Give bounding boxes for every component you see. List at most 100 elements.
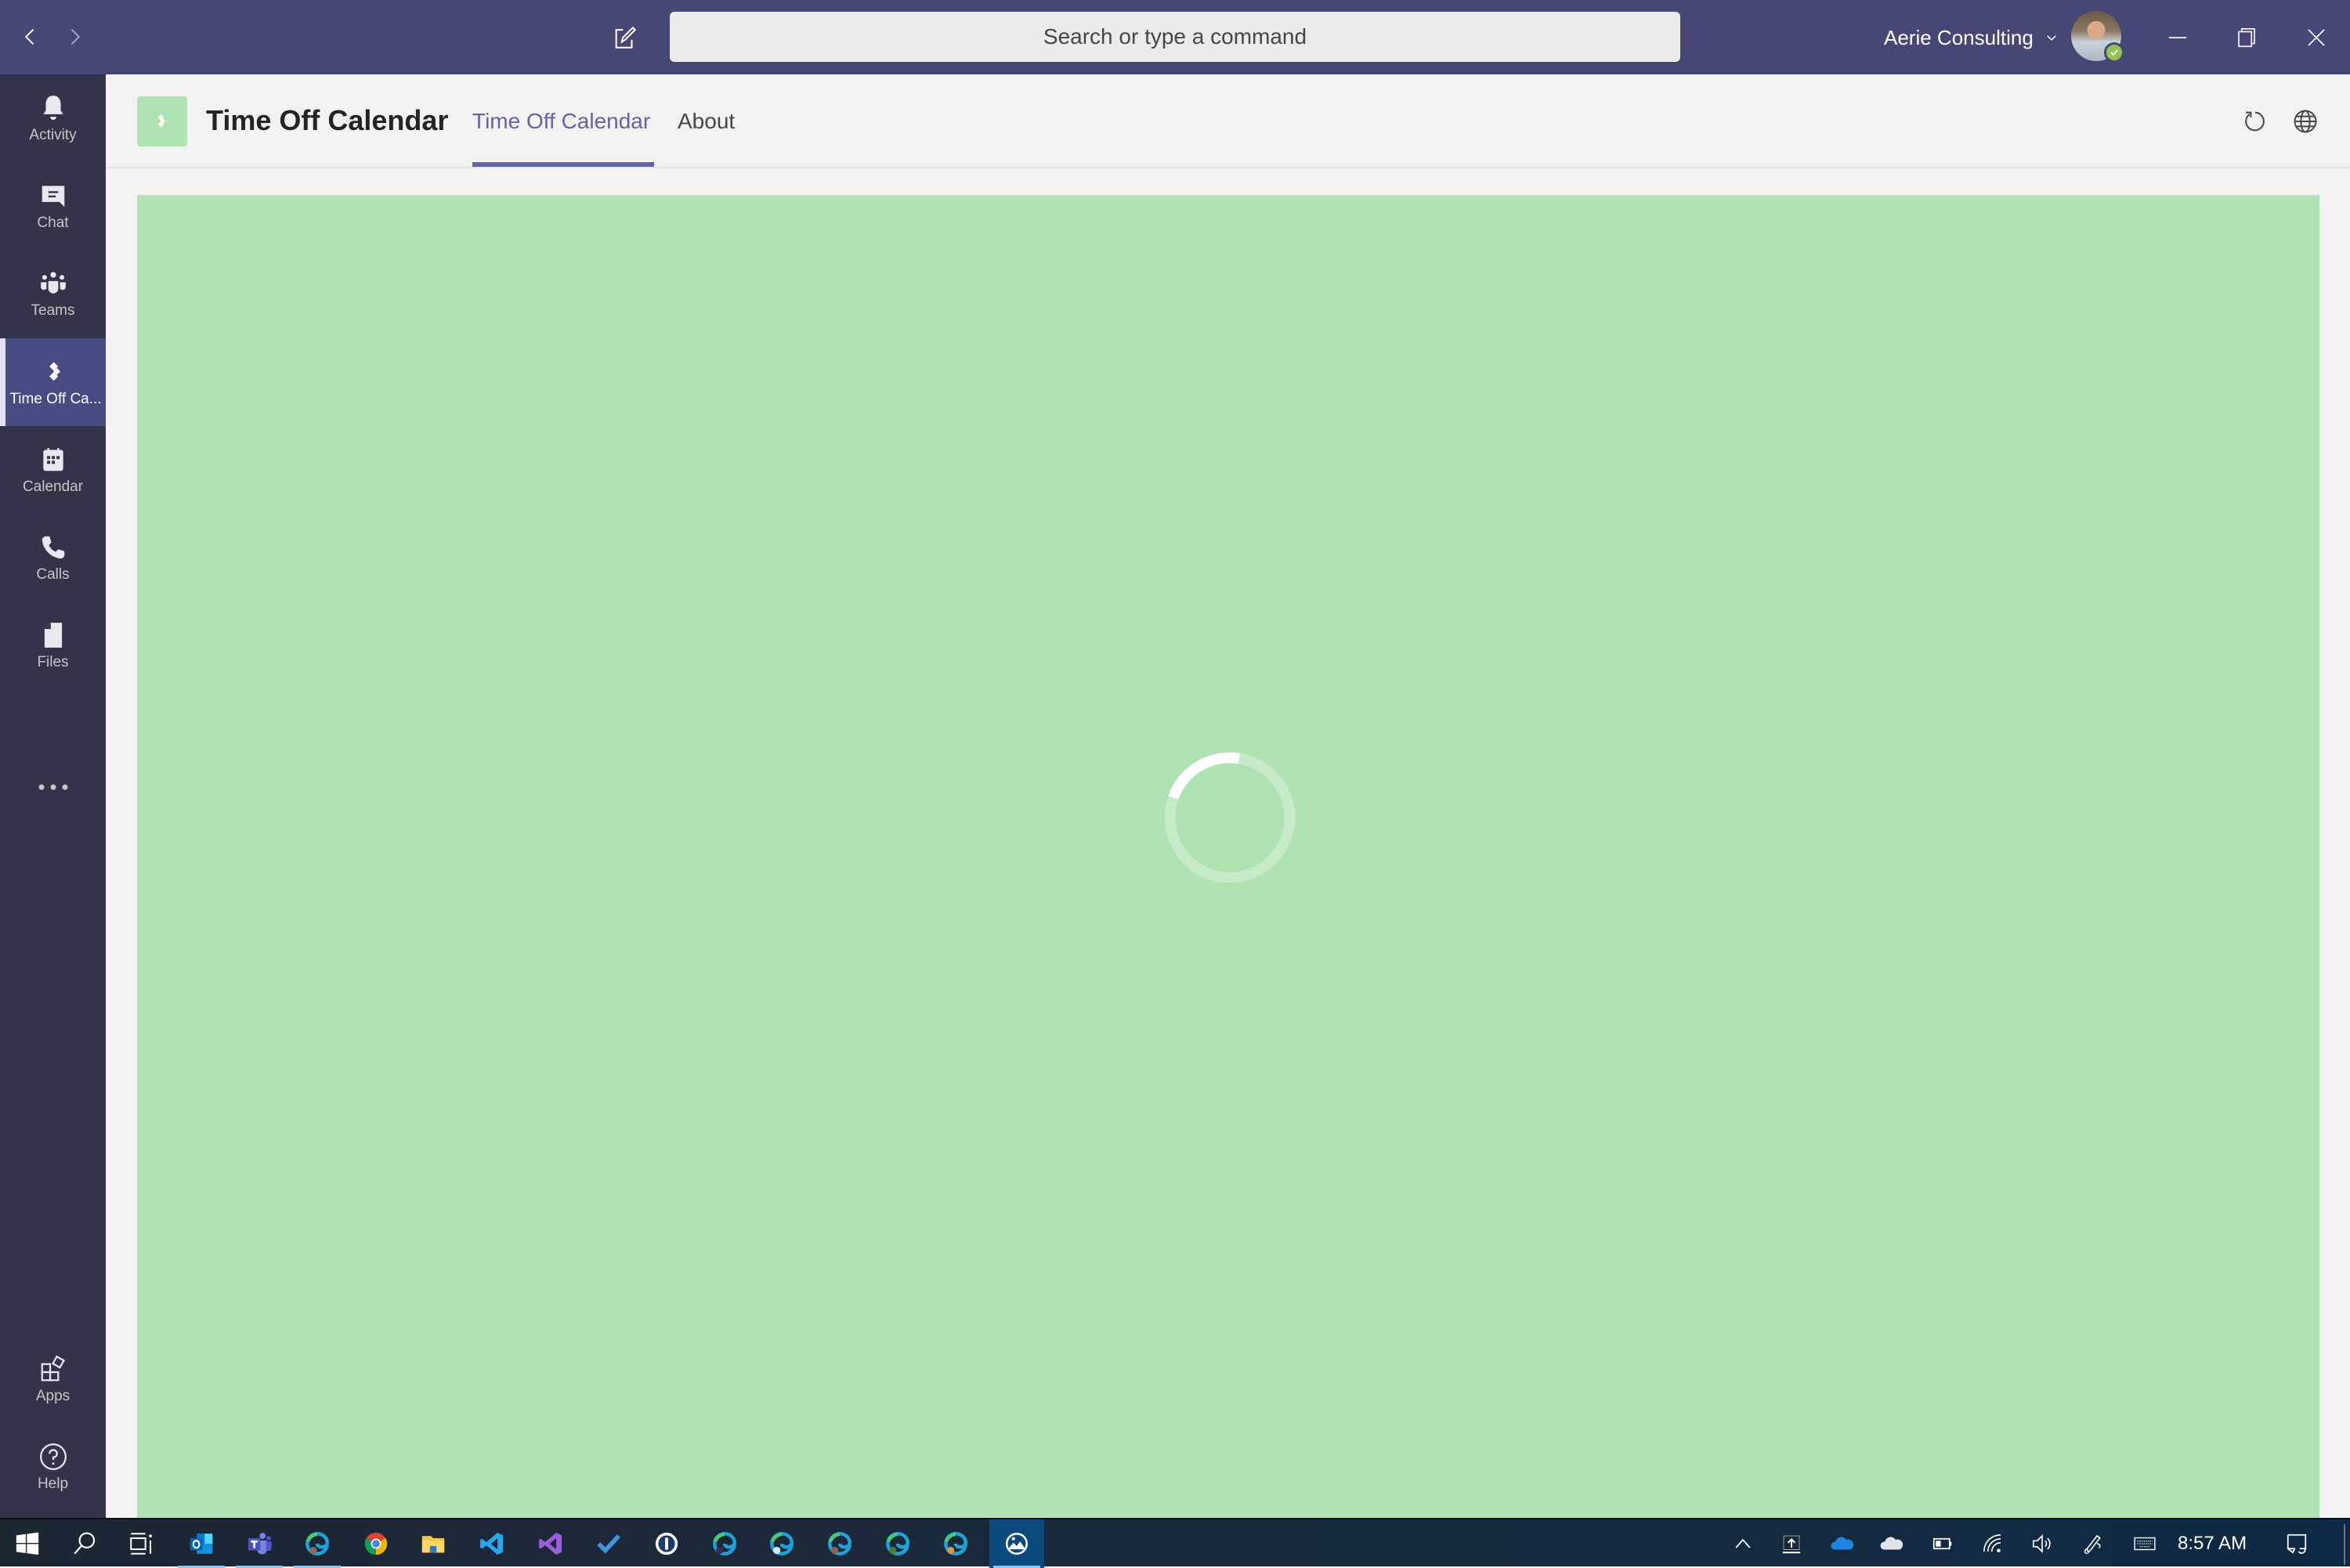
rail-label: Calls [36, 566, 70, 583]
org-switcher[interactable]: Aerie Consulting [1884, 22, 2059, 53]
battery-icon [1932, 1537, 1952, 1550]
rail-item-apps[interactable]: Apps [0, 1335, 106, 1423]
rail-item-time-off-calendar[interactable]: Time Off Ca... [5, 338, 106, 426]
rail-label: Activity [29, 127, 77, 143]
rail-label: Chat [37, 215, 69, 231]
taskbar-clock[interactable]: 8:57 AM [2178, 1519, 2247, 1568]
rail-label: Time Off Ca... [9, 391, 102, 407]
chrome-icon [364, 1532, 388, 1555]
checkmark-icon [2110, 49, 2118, 56]
rail-item-teams[interactable]: Teams [0, 250, 106, 338]
start-button[interactable] [0, 1519, 55, 1568]
action-center-icon [2287, 1534, 2307, 1554]
task-view-icon [130, 1533, 152, 1555]
org-name: Aerie Consulting [1884, 25, 2034, 49]
rail-item-help[interactable]: Help [0, 1423, 106, 1511]
file-explorer-icon [421, 1536, 445, 1553]
more-apps-button[interactable] [0, 764, 106, 811]
chevron-left-icon [24, 29, 34, 45]
taskbar-app-edge-profile-3[interactable] [812, 1519, 867, 1568]
taskbar-app-todo[interactable] [581, 1519, 636, 1568]
rail-item-calendar[interactable]: Calendar [0, 426, 106, 514]
reload-tab-button[interactable] [2236, 103, 2274, 140]
tab-about[interactable]: About [678, 109, 735, 134]
taskbar-app-file-explorer[interactable] [406, 1519, 461, 1568]
todo-icon [597, 1534, 620, 1554]
phone-icon [42, 536, 64, 559]
forward-button[interactable] [55, 17, 94, 56]
taskbar-app-chrome[interactable] [349, 1519, 403, 1568]
globe-icon [2294, 110, 2317, 133]
edge-profile-icon [886, 1531, 910, 1555]
tray-network[interactable] [1976, 1519, 2010, 1568]
taskbar-app-visual-studio[interactable] [523, 1519, 578, 1568]
chevron-up-icon [1735, 1538, 1751, 1548]
action-center-button[interactable] [2280, 1519, 2314, 1568]
taskbar-app-edge-profile-4[interactable] [870, 1519, 925, 1568]
refresh-icon [2245, 111, 2265, 132]
app-diamond-icon [49, 362, 61, 381]
taskbar-search-button[interactable] [57, 1519, 112, 1568]
rail-item-chat[interactable]: Chat [0, 162, 106, 250]
restore-button[interactable] [2211, 0, 2282, 74]
edge-profile-icon [770, 1531, 794, 1555]
vscode-icon [480, 1532, 504, 1555]
tray-volume[interactable] [2025, 1519, 2059, 1568]
edge-profile-icon [828, 1531, 852, 1555]
calendar-icon [42, 447, 63, 471]
tray-onedrive-personal[interactable] [1875, 1519, 1909, 1568]
rail-item-files[interactable]: Files [0, 602, 106, 689]
go-to-website-button[interactable] [2287, 103, 2324, 140]
taskbar-app-edge-profile-2[interactable] [754, 1519, 809, 1568]
taskbar-app-teams[interactable] [232, 1519, 287, 1568]
rail-label: Files [37, 654, 69, 670]
app-content-frame[interactable] [137, 195, 2319, 1518]
tray-pen[interactable] [2076, 1519, 2110, 1568]
keyboard-icon [2134, 1537, 2156, 1551]
show-hidden-icons-button[interactable] [1727, 1519, 1759, 1568]
tab-time-off-calendar[interactable]: Time Off Calendar [472, 109, 650, 134]
task-view-button[interactable] [114, 1519, 168, 1568]
taskbar-app-edge-profile-1[interactable] [697, 1519, 752, 1568]
rail-item-calls[interactable]: Calls [0, 514, 106, 602]
search-input[interactable] [670, 12, 1680, 62]
minimize-button[interactable] [2142, 0, 2213, 74]
close-button[interactable] [2281, 0, 2350, 74]
chat-icon [42, 186, 64, 208]
show-desktop-button[interactable] [2344, 1524, 2345, 1565]
close-icon [2308, 28, 2325, 46]
visual-studio-icon [539, 1532, 562, 1555]
taskbar-app-1password[interactable] [639, 1519, 694, 1568]
presence-available-badge [2104, 42, 2124, 63]
upload-icon [1782, 1535, 1801, 1554]
taskbar-app-vscode[interactable] [465, 1519, 519, 1568]
loading-spinner-icon [1164, 752, 1296, 883]
rail-label: Calendar [22, 479, 84, 495]
onedrive-grey-icon [1880, 1537, 1904, 1550]
taskbar-app-edge-profile-5[interactable] [928, 1519, 983, 1568]
back-button[interactable] [11, 17, 50, 56]
edge-profile-icon [944, 1531, 968, 1555]
user-avatar[interactable] [2071, 11, 2124, 63]
taskbar-app-outlook[interactable] [174, 1519, 229, 1568]
1password-icon [655, 1532, 678, 1555]
file-icon [44, 623, 62, 648]
tray-upload[interactable] [1774, 1519, 1809, 1568]
more-dots-icon [38, 784, 67, 790]
rail-item-activity[interactable]: Activity [0, 74, 106, 162]
snip-sketch-icon [1005, 1532, 1029, 1555]
teams-icon [40, 272, 66, 294]
help-icon [39, 1443, 67, 1470]
new-chat-button[interactable] [605, 17, 645, 58]
teams-app-icon [248, 1533, 272, 1555]
tray-onedrive[interactable] [1825, 1519, 1860, 1568]
tray-battery[interactable] [1925, 1519, 1960, 1568]
wifi-icon [1983, 1534, 2001, 1552]
chevron-right-icon [70, 29, 81, 45]
taskbar-app-snip-sketch[interactable] [989, 1519, 1044, 1568]
taskbar-app-edge[interactable] [290, 1519, 345, 1568]
title-bar: Aerie Consulting [0, 0, 2350, 74]
restore-icon [2238, 27, 2255, 47]
apps-icon [41, 1355, 65, 1382]
tray-touch-keyboard[interactable] [2124, 1519, 2165, 1568]
